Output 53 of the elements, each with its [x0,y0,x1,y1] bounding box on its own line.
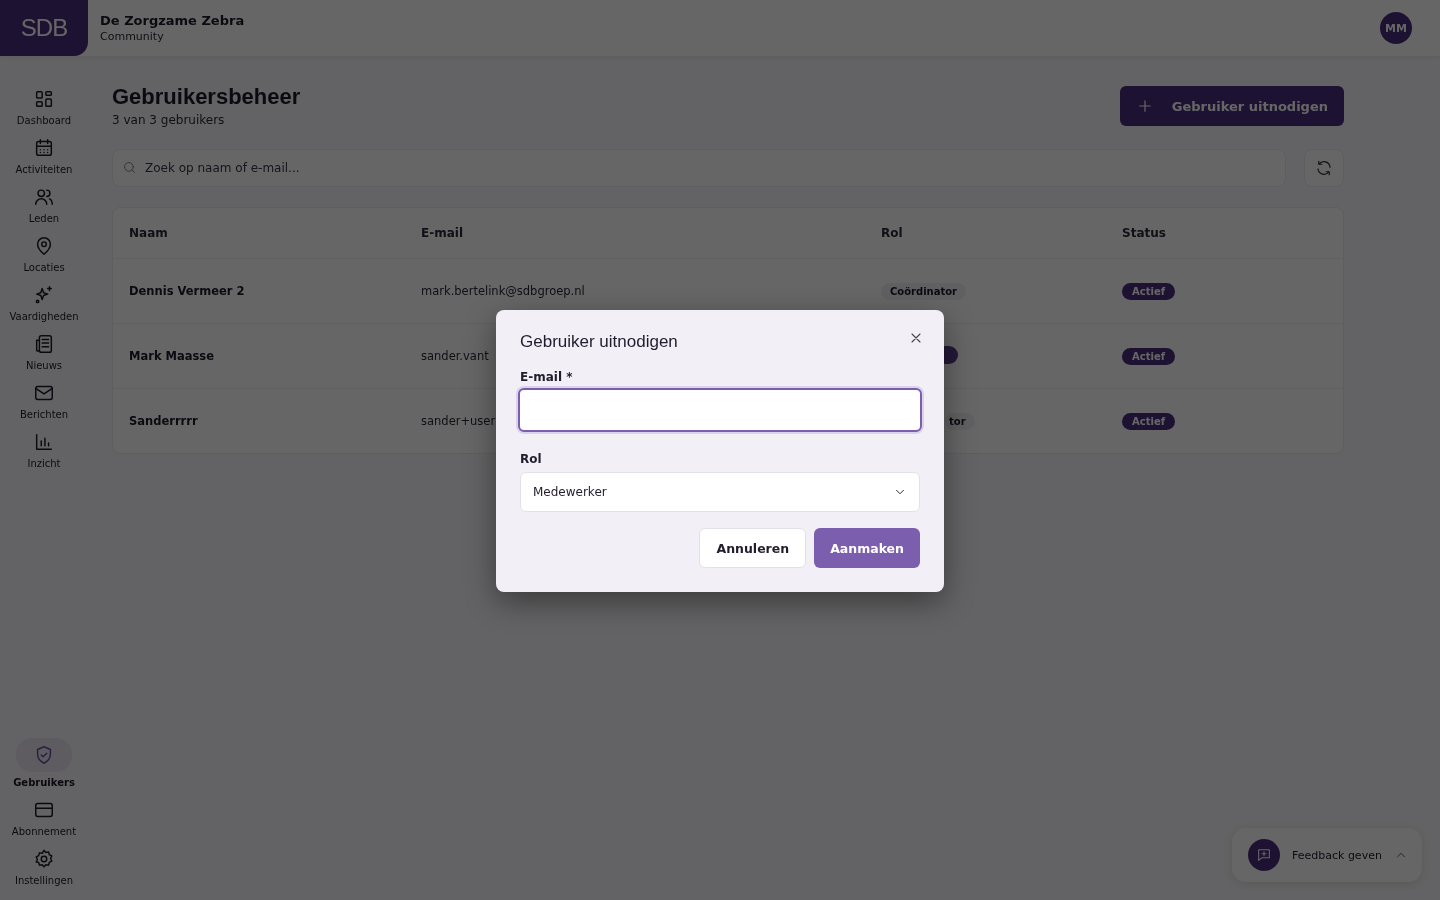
user-count: 3 van 3 gebruikers [112,113,226,127]
sidebar-item[interactable]: Berichten [0,382,88,420]
sidebar-item[interactable]: Locaties [0,235,88,273]
user-avatar[interactable]: MM [1380,12,1412,44]
sidebar-item[interactable]: Activiteiten [0,137,88,175]
table-cell: Dennis Vermeer 2 [129,284,245,298]
table-cell: sander+user [421,414,496,428]
users-icon [33,186,55,208]
sidebar-item[interactable]: Gebruikers [0,738,88,788]
email-field[interactable] [518,388,922,432]
grid-icon [33,88,55,110]
refresh-button[interactable] [1304,149,1344,187]
calendar-icon [33,137,55,159]
feedback-label: Feedback geven [1292,848,1382,862]
cancel-button[interactable]: Annuleren [699,528,807,568]
logo: SDB [0,0,88,56]
role-badge: tor [945,412,975,430]
search-field[interactable]: Zoek op naam of e-mail... [112,149,1286,187]
role-badge: Coördinator [881,282,967,300]
column-header: E-mail [421,226,464,240]
status-badge: Actief [1122,347,1175,365]
table-cell: mark.bertelink@sdbgroep.nl [421,284,585,298]
sidebar-item[interactable]: Nieuws [0,333,88,371]
refresh-icon [1315,159,1333,177]
field-label: Rol [520,452,543,466]
column-header: Rol [881,226,904,240]
feedback-widget[interactable]: Feedback geven [1232,828,1422,882]
sparkles-icon [33,284,55,306]
dialog-title: Gebruiker uitnodigen [520,332,678,352]
table-cell: Sanderrrrr [129,414,198,428]
organization-type: Community [100,30,165,43]
table-cell: sander.vant [421,349,489,363]
sidebar-item[interactable]: Vaardigheden [0,284,88,322]
create-button[interactable]: Aanmaken [814,528,920,568]
column-header: Status [1122,226,1167,240]
sidebar-item[interactable]: Leden [0,186,88,224]
sidebar-item[interactable]: Dashboard [0,88,88,126]
page-title: Gebruikersbeheer [112,84,301,110]
sidebar-item[interactable]: Inzicht [0,431,88,469]
organization-name: De Zorgzame Zebra [100,13,246,28]
bar-chart-icon [33,431,55,453]
invite-user-button[interactable]: Gebruiker uitnodigen [1119,86,1344,126]
sidebar-item[interactable]: Instellingen [0,848,88,886]
column-header: Naam [129,226,169,240]
status-badge: Actief [1122,282,1175,300]
feedback-icon [1248,839,1280,871]
table-cell: Mark Maasse [129,349,214,363]
field-label: E-mail * [520,370,574,384]
sidebar-item[interactable]: Abonnement [0,799,88,837]
role-select[interactable]: Medewerker [520,472,920,512]
status-badge: Actief [1122,412,1175,430]
newspaper-icon [33,333,55,355]
settings-icon [33,848,55,870]
